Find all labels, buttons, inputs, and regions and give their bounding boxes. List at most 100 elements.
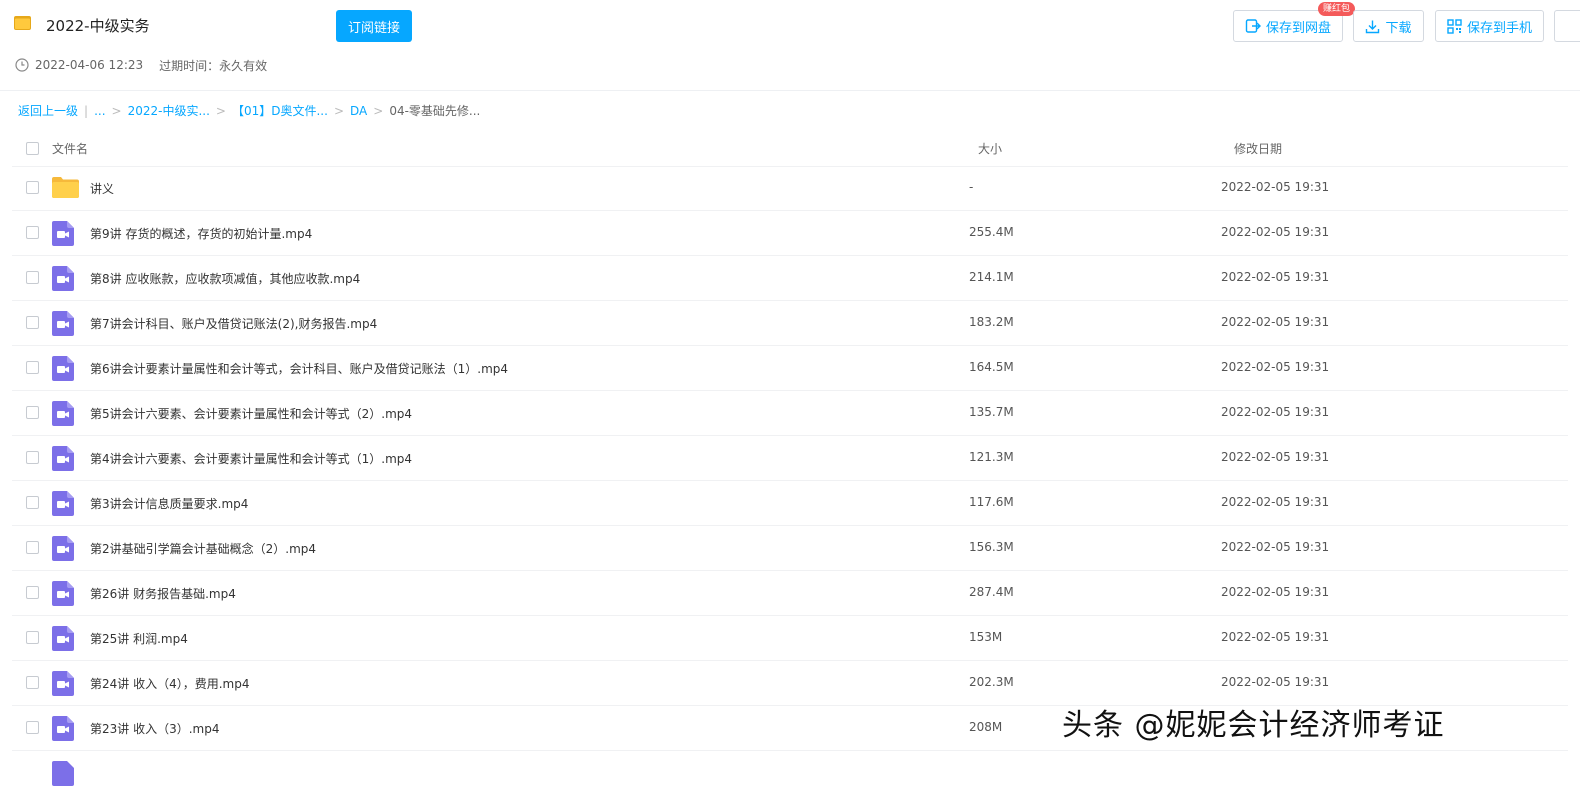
file-date: 2022-02-05 19:31 <box>1221 585 1330 599</box>
file-date: 2022-02-05 19:31 <box>1221 270 1330 284</box>
row-checkbox[interactable] <box>26 226 39 239</box>
breadcrumb-current: 04-零基础先修... <box>389 104 481 118</box>
file-row-video[interactable]: 第26讲 财务报告基础.mp4 287.4M 2022-02-05 19:31 <box>12 571 1568 616</box>
red-packet-badge: 赚红包 <box>1318 2 1356 16</box>
breadcrumb-separator: > <box>215 104 226 118</box>
breadcrumb: 返回上一级 |... >2022-中级实... > 【01】D奥文件... > DA >04-… <box>18 102 480 119</box>
download-label: 下载 <box>1385 20 1412 36</box>
share-title: 2022-中级实务 <box>46 17 150 35</box>
breadcrumb-separator: > <box>373 104 384 118</box>
file-row-video[interactable]: 第8讲 应收账款，应收款项减值，其他应收款.mp4 214.1M 2022-02… <box>12 256 1568 301</box>
file-row-video[interactable]: 第6讲会计要素计量属性和会计等式，会计科目、账户及借贷记账法（1）.mp4 16… <box>12 346 1568 391</box>
row-checkbox[interactable] <box>26 406 39 419</box>
save-to-cloud-icon <box>1245 19 1261 33</box>
breadcrumb-item[interactable]: 【01】D奥文件... <box>232 104 328 118</box>
breadcrumb-separator: > <box>333 104 344 118</box>
file-size: 208M <box>969 720 1003 734</box>
file-size: 255.4M <box>969 225 1014 239</box>
file-row-video[interactable]: 第9讲 存货的概述，存货的初始计量.mp4 255.4M 2022-02-05 … <box>12 211 1568 256</box>
row-checkbox[interactable] <box>26 586 39 599</box>
file-size: - <box>969 180 974 194</box>
file-row-video[interactable]: 第5讲会计六要素、会计要素计量属性和会计等式（2）.mp4 135.7M 202… <box>12 391 1568 436</box>
file-date: 2022-02-05 19:31 <box>1221 180 1330 194</box>
file-row-video[interactable]: 第7讲会计科目、账户及借贷记账法(2),财务报告.mp4 183.2M 2022… <box>12 301 1568 346</box>
file-name[interactable]: 第3讲会计信息质量要求.mp4 <box>90 495 248 512</box>
download-icon <box>1366 20 1380 33</box>
file-date: 2022-02-05 19:31 <box>1221 405 1330 419</box>
file-size: 183.2M <box>969 315 1014 329</box>
breadcrumb-item[interactable]: 2022-中级实... <box>128 104 210 118</box>
video-file-icon <box>52 671 74 696</box>
video-file-icon <box>52 581 74 606</box>
row-checkbox[interactable] <box>26 631 39 644</box>
breadcrumb-separator: > <box>111 104 122 118</box>
file-size: 214.1M <box>969 270 1014 284</box>
expire-time: 过期时间：永久有效 <box>159 58 268 73</box>
row-checkbox[interactable] <box>26 541 39 554</box>
row-checkbox[interactable] <box>26 676 39 689</box>
file-name[interactable]: 讲义 <box>90 180 114 197</box>
file-name[interactable]: 第9讲 存货的概述，存货的初始计量.mp4 <box>90 225 312 242</box>
video-file-icon <box>52 446 74 471</box>
row-checkbox[interactable] <box>26 361 39 374</box>
file-name[interactable]: 第7讲会计科目、账户及借贷记账法(2),财务报告.mp4 <box>90 315 377 332</box>
file-list-header: 文件名 大小 修改日期 <box>12 134 1568 167</box>
file-row-partial[interactable] <box>12 751 1568 786</box>
file-row-video[interactable]: 第25讲 利润.mp4 153M 2022-02-05 19:31 <box>12 616 1568 661</box>
file-row-video[interactable]: 第2讲基础引学篇会计基础概念（2）.mp4 156.3M 2022-02-05 … <box>12 526 1568 571</box>
folder-icon <box>14 16 31 30</box>
file-row-video[interactable]: 第4讲会计六要素、会计要素计量属性和会计等式（1）.mp4 121.3M 202… <box>12 436 1568 481</box>
file-row-video[interactable]: 第3讲会计信息质量要求.mp4 117.6M 2022-02-05 19:31 <box>12 481 1568 526</box>
watermark: 头条 @妮妮会计经济师考证 <box>1062 708 1445 743</box>
video-file-icon <box>52 401 74 426</box>
created-time: 2022-04-06 12:23 <box>35 58 144 72</box>
file-name[interactable]: 第4讲会计六要素、会计要素计量属性和会计等式（1）.mp4 <box>90 450 412 467</box>
video-file-icon <box>52 536 74 561</box>
file-name[interactable]: 第23讲 收入（3）.mp4 <box>90 720 219 737</box>
file-list: 讲义 - 2022-02-05 19:31 第9讲 存货的概述，存货的初始计量.… <box>12 166 1568 786</box>
qr-phone-icon <box>1447 18 1462 34</box>
breadcrumb-item[interactable]: DA <box>350 104 367 118</box>
download-button[interactable]: 下载 <box>1353 10 1424 42</box>
row-checkbox[interactable] <box>26 181 39 194</box>
file-row-folder[interactable]: 讲义 - 2022-02-05 19:31 <box>12 166 1568 211</box>
file-date: 2022-02-05 19:31 <box>1221 315 1330 329</box>
file-date: 2022-02-05 19:31 <box>1221 450 1330 464</box>
row-checkbox[interactable] <box>26 721 39 734</box>
video-file-icon <box>52 761 74 786</box>
row-checkbox[interactable] <box>26 271 39 284</box>
video-file-icon <box>52 266 74 291</box>
file-name[interactable]: 第25讲 利润.mp4 <box>90 630 188 647</box>
more-button[interactable] <box>1554 10 1580 42</box>
select-all-checkbox[interactable] <box>26 142 39 155</box>
share-header: 2022-中级实务 订阅链接 2022-04-06 12:23 过期时间：永久有… <box>0 0 1580 91</box>
breadcrumb-ellipsis[interactable]: ... <box>94 104 105 118</box>
file-name[interactable]: 第6讲会计要素计量属性和会计等式，会计科目、账户及借贷记账法（1）.mp4 <box>90 360 508 377</box>
column-header-name[interactable]: 文件名 <box>52 140 88 157</box>
file-name[interactable]: 第2讲基础引学篇会计基础概念（2）.mp4 <box>90 540 316 557</box>
save-to-phone-label: 保存到手机 <box>1466 20 1532 36</box>
video-file-icon <box>52 221 74 246</box>
save-to-phone-button[interactable]: 保存到手机 <box>1435 10 1544 42</box>
subscribe-link-button[interactable]: 订阅链接 <box>336 10 412 42</box>
file-size: 153M <box>969 630 1003 644</box>
file-date: 2022-02-05 19:31 <box>1221 225 1330 239</box>
file-date: 2022-02-05 19:31 <box>1221 675 1330 689</box>
file-name[interactable]: 第8讲 应收账款，应收款项减值，其他应收款.mp4 <box>90 270 360 287</box>
row-checkbox[interactable] <box>26 496 39 509</box>
file-name[interactable]: 第26讲 财务报告基础.mp4 <box>90 585 236 602</box>
column-header-date[interactable]: 修改日期 <box>1234 140 1282 157</box>
row-checkbox[interactable] <box>26 451 39 464</box>
breadcrumb-back-link[interactable]: 返回上一级 <box>18 104 78 118</box>
file-size: 117.6M <box>969 495 1014 509</box>
file-name[interactable]: 第24讲 收入（4），费用.mp4 <box>90 675 249 692</box>
video-file-icon <box>52 311 74 336</box>
row-checkbox[interactable] <box>26 316 39 329</box>
column-header-size[interactable]: 大小 <box>978 140 1002 157</box>
breadcrumb-divider: | <box>84 104 89 118</box>
file-size: 287.4M <box>969 585 1014 599</box>
file-size: 135.7M <box>969 405 1014 419</box>
file-date: 2022-02-05 19:31 <box>1221 360 1330 374</box>
file-size: 202.3M <box>969 675 1014 689</box>
file-name[interactable]: 第5讲会计六要素、会计要素计量属性和会计等式（2）.mp4 <box>90 405 412 422</box>
